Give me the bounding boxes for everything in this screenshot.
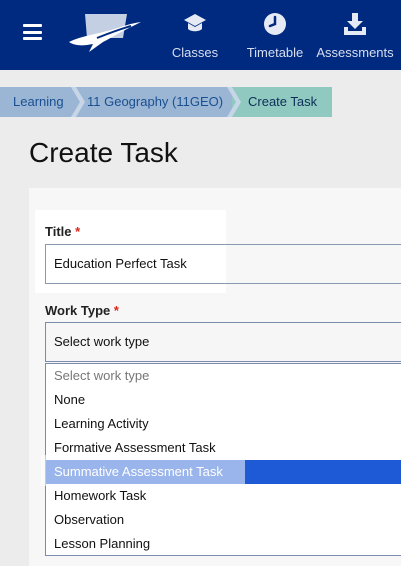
breadcrumb-class[interactable]: 11 Geography (11GEO) [76, 87, 240, 117]
page-title: Create Task [29, 137, 178, 168]
school-logo[interactable] [67, 8, 143, 58]
work-type-dropdown: Select work type None Learning Activity … [45, 363, 401, 556]
work-type-label: Work Type * [45, 303, 119, 318]
top-navigation: Classes Timetable Assessments [0, 0, 401, 70]
nav-assessments[interactable]: Assessments [314, 0, 396, 70]
work-type-select[interactable]: Select work type [45, 322, 401, 362]
menu-icon[interactable] [23, 24, 42, 40]
work-type-option[interactable]: None [46, 388, 401, 412]
work-type-option[interactable]: Lesson Planning [46, 532, 401, 556]
title-input[interactable]: Education Perfect Task [45, 244, 401, 284]
breadcrumb: Learning 11 Geography (11GEO) Create Tas… [0, 87, 401, 117]
nav-classes-label: Classes [171, 45, 219, 60]
work-type-option[interactable]: Learning Activity [46, 412, 401, 436]
work-type-option[interactable]: Observation [46, 508, 401, 532]
title-label-text: Title [45, 224, 72, 239]
work-type-option-selected[interactable]: Summative Assessment Task [46, 460, 401, 484]
work-type-option[interactable]: Select work type [46, 364, 401, 388]
nav-timetable[interactable]: Timetable [244, 0, 306, 70]
breadcrumb-learning[interactable]: Learning [0, 87, 82, 117]
nav-timetable-label: Timetable [246, 45, 304, 60]
nav-assessments-label: Assessments [316, 45, 394, 60]
work-type-label-text: Work Type [45, 303, 111, 318]
graduation-cap-icon [184, 14, 206, 32]
download-tray-icon [344, 13, 366, 35]
breadcrumb-separator [71, 87, 85, 117]
breadcrumb-separator [227, 87, 241, 117]
breadcrumb-end [325, 87, 332, 117]
required-marker: * [75, 224, 81, 239]
nav-classes[interactable]: Classes [167, 0, 223, 70]
breadcrumb-current: Create Task [232, 87, 332, 117]
title-label: Title * [45, 224, 80, 239]
clock-icon [264, 13, 286, 35]
work-type-option[interactable]: Formative Assessment Task [46, 436, 401, 460]
work-type-option[interactable]: Homework Task [46, 484, 401, 508]
required-marker: * [113, 303, 119, 318]
